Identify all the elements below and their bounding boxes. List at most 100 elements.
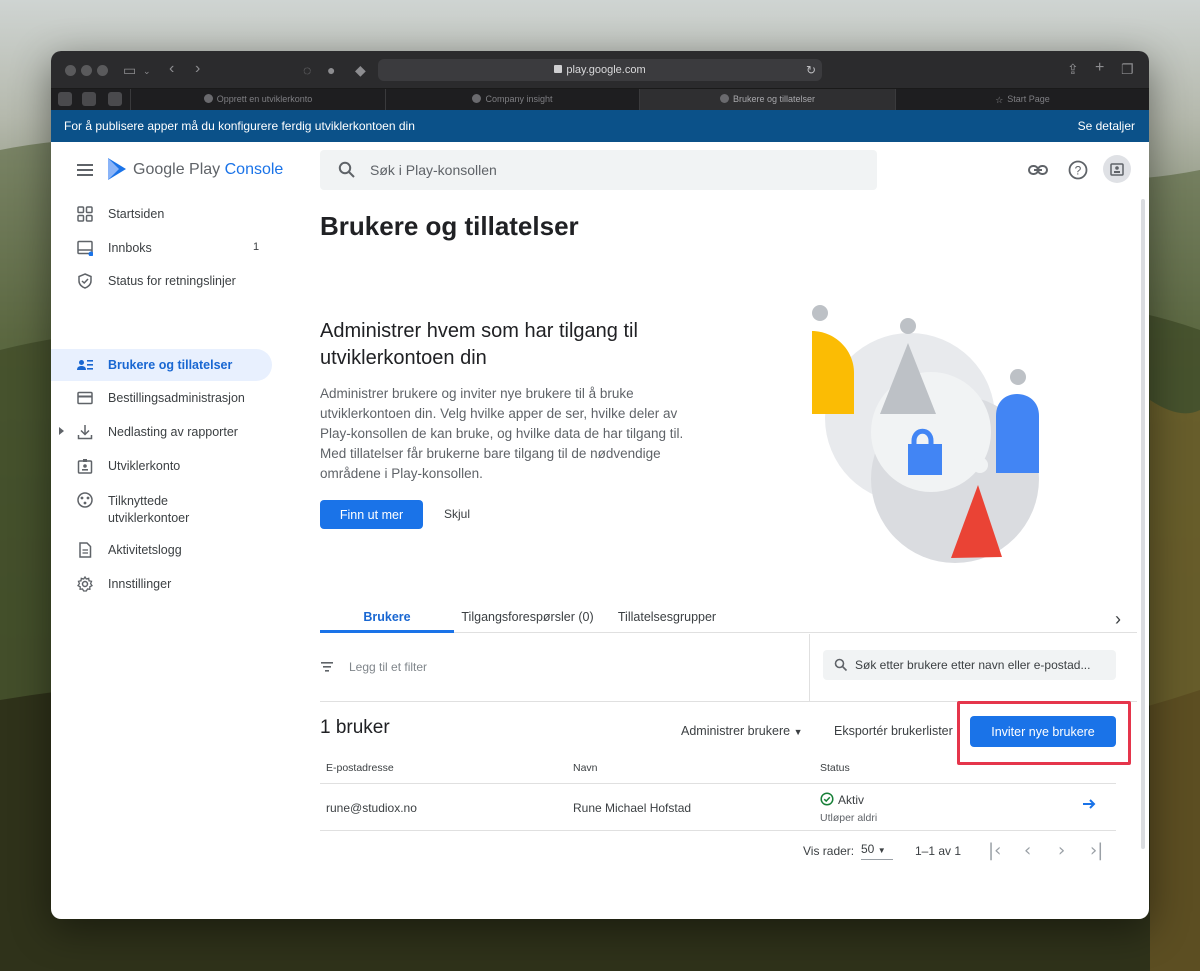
browser-tab[interactable]: Company insight xyxy=(385,89,639,110)
sidebar-item-label: Utviklerkonto xyxy=(108,459,181,473)
page-scrollbar[interactable] xyxy=(1141,199,1145,849)
tab-access-requests[interactable]: Tilgangsforespørsler (0) xyxy=(460,610,595,624)
filter-divider xyxy=(809,634,810,702)
arrow-right-icon[interactable] xyxy=(1081,796,1097,812)
back-icon[interactable]: ‹ xyxy=(169,61,174,77)
expand-caret-icon[interactable] xyxy=(59,427,64,435)
user-email: rune@studiox.no xyxy=(326,801,417,815)
reload-icon[interactable]: ↻ xyxy=(806,59,816,81)
account-badge-icon xyxy=(1110,163,1124,176)
last-page-icon[interactable]: ›| xyxy=(1090,840,1103,861)
credit-card-icon xyxy=(77,391,93,405)
sidebar-toggle-icon[interactable]: ▭ xyxy=(123,63,136,77)
inbox-count-badge: 1 xyxy=(253,241,260,253)
window-close-button[interactable] xyxy=(65,65,76,76)
window-minimize-button[interactable] xyxy=(81,65,92,76)
chevron-down-icon[interactable]: ⌄ xyxy=(143,64,151,78)
first-page-icon[interactable]: |‹ xyxy=(988,840,1001,861)
filter-icon[interactable] xyxy=(320,660,334,674)
hide-button[interactable]: Skjul xyxy=(437,507,477,521)
forward-icon[interactable]: › xyxy=(195,61,200,77)
learn-more-button[interactable]: Finn ut mer xyxy=(320,500,423,529)
sidebar-item-startsiden[interactable]: Startsiden xyxy=(51,198,272,230)
menu-icon[interactable] xyxy=(77,164,93,176)
export-users-button[interactable]: Eksportér brukerlister xyxy=(834,724,953,738)
sidebar-item-label: Tilknyttede utviklerkontoer xyxy=(108,494,190,525)
sidebar-item-status-retningslinjer[interactable]: Status for retningslinjer xyxy=(51,265,272,297)
browser-tab[interactable]: Opprett en utviklerkonto xyxy=(130,89,385,110)
users-tabs: Brukere Tilgangsforespørsler (0) Tillate… xyxy=(320,603,1137,633)
tab-favicon-icon xyxy=(472,94,482,103)
gear-icon xyxy=(77,576,93,592)
tabs-next-chevron-icon[interactable]: › xyxy=(1115,609,1121,630)
setup-banner: For å publisere apper må du konfigurere … xyxy=(51,110,1149,142)
highlight-annotation xyxy=(957,701,1131,765)
search-icon xyxy=(338,161,355,178)
hero-description: Administrer brukere og inviter nye bruke… xyxy=(320,386,684,481)
user-search-input[interactable] xyxy=(855,650,1111,680)
address-bar[interactable]: play.google.com ↻ xyxy=(378,59,822,81)
browser-tab[interactable]: ☆ Start Page xyxy=(895,89,1149,110)
sidebar-item-label: Innstillinger xyxy=(108,577,172,591)
rows-per-page-select[interactable]: 50 ▼ xyxy=(861,842,893,860)
sidebar-item-label: Aktivitetslogg xyxy=(108,543,182,557)
new-tab-icon[interactable]: + xyxy=(1095,60,1104,76)
user-search[interactable] xyxy=(823,650,1116,680)
sidebar-item-innboks[interactable]: Innboks 1 xyxy=(51,232,272,264)
browser-tab-label: Company insight xyxy=(485,94,553,104)
extension-chat-icon[interactable]: ● xyxy=(327,63,335,77)
account-avatar[interactable] xyxy=(1103,155,1131,183)
table-row[interactable]: rune@studiox.no Rune Michael Hofstad Akt… xyxy=(320,783,1116,831)
console-search[interactable] xyxy=(320,150,877,190)
column-header-status[interactable]: Status xyxy=(820,762,850,774)
link-icon[interactable] xyxy=(1025,157,1051,183)
sidebar-item-utviklerkonto[interactable]: Utviklerkonto xyxy=(51,450,272,482)
sidebar-item-nedlasting[interactable]: Nedlasting av rapporter xyxy=(51,416,272,448)
extension-lock-icon[interactable]: ◌ xyxy=(303,63,311,77)
search-input[interactable] xyxy=(370,150,860,190)
tab-overview-icon[interactable]: ❐ xyxy=(1121,62,1134,76)
filter-bar: Legg til et filter xyxy=(320,634,1137,702)
linked-accounts-icon xyxy=(77,492,93,508)
help-icon[interactable]: ? xyxy=(1065,157,1091,183)
inbox-icon xyxy=(77,240,93,256)
sidebar-item-aktivitetslogg[interactable]: Aktivitetslogg xyxy=(51,534,272,566)
browser-toolbar: ▭ ⌄ ‹ › ◌ ● ◆ play.google.com ↻ ⇪ + ❐ xyxy=(51,51,1149,89)
browser-tab-label: Brukere og tillatelser xyxy=(732,94,816,104)
tab-brukere[interactable]: Brukere xyxy=(320,610,454,624)
window-zoom-button[interactable] xyxy=(97,65,108,76)
caret-down-icon: ▼ xyxy=(793,727,803,737)
rows-per-page-label: Vis rader: xyxy=(803,844,855,858)
previous-page-icon[interactable]: ‹ xyxy=(1024,840,1031,861)
page-title: Brukere og tillatelser xyxy=(320,211,579,241)
add-filter-button[interactable]: Legg til et filter xyxy=(349,660,427,674)
sidebar-item-innstillinger[interactable]: Innstillinger xyxy=(51,568,272,600)
check-circle-icon xyxy=(820,792,834,806)
users-icon xyxy=(77,360,93,370)
see-details-link[interactable]: Se detaljer xyxy=(1078,110,1135,142)
download-icon xyxy=(77,425,93,440)
pinned-tab[interactable] xyxy=(58,92,72,106)
sidebar-item-tilknyttede[interactable]: Tilknyttede utviklerkontoer xyxy=(51,484,272,526)
browser-tab-active[interactable]: Brukere og tillatelser xyxy=(639,89,895,110)
user-status: Aktiv xyxy=(838,793,865,807)
banner-message: For å publisere apper må du konfigurere … xyxy=(64,119,415,133)
pagination-range: 1–1 av 1 xyxy=(915,844,962,858)
star-icon: ☆ xyxy=(995,95,1004,105)
user-count-title: 1 bruker xyxy=(320,717,390,738)
app-logo[interactable]: Google Play Console xyxy=(133,161,283,179)
sidebar-item-bestillingsadministrasjon[interactable]: Bestillingsadministrasjon xyxy=(51,382,272,414)
share-icon[interactable]: ⇪ xyxy=(1067,62,1079,76)
permissions-illustration xyxy=(812,305,1039,563)
tab-permission-groups[interactable]: Tillatelsesgrupper xyxy=(611,610,723,624)
column-header-email[interactable]: E-postadresse xyxy=(326,762,394,774)
tab-favicon-icon xyxy=(203,94,213,103)
pinned-tab[interactable] xyxy=(108,92,122,106)
manage-users-dropdown[interactable]: Administrer brukere ▼ xyxy=(681,724,802,738)
column-header-name[interactable]: Navn xyxy=(573,762,598,774)
dashboard-icon xyxy=(77,206,93,222)
pinned-tab[interactable] xyxy=(82,92,96,106)
next-page-icon[interactable]: › xyxy=(1058,840,1065,861)
extension-shield-icon[interactable]: ◆ xyxy=(355,63,366,77)
sidebar-item-brukere[interactable]: Brukere og tillatelser xyxy=(51,349,272,381)
